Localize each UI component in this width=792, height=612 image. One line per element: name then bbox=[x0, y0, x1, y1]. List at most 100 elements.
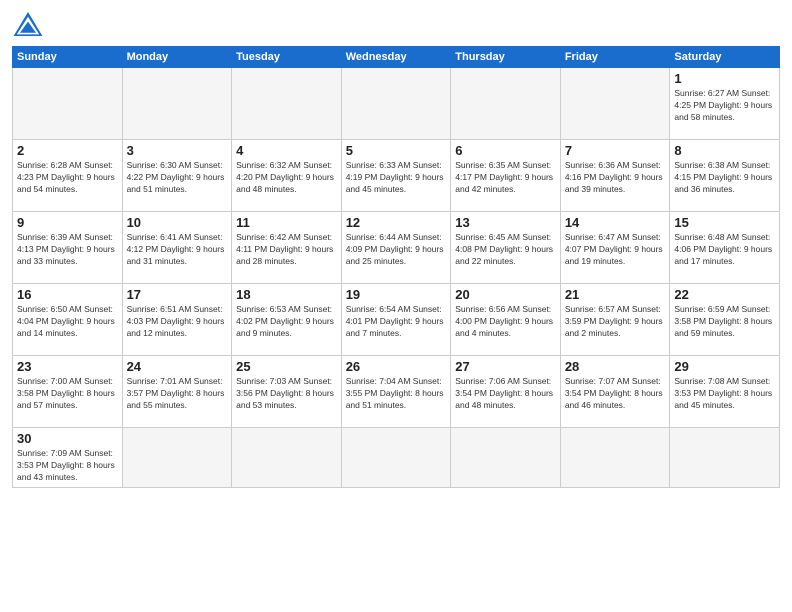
day-info: Sunrise: 6:45 AM Sunset: 4:08 PM Dayligh… bbox=[455, 232, 556, 268]
day-number: 20 bbox=[455, 287, 556, 302]
day-number: 6 bbox=[455, 143, 556, 158]
weekday-header-tuesday: Tuesday bbox=[232, 47, 342, 68]
day-info: Sunrise: 7:01 AM Sunset: 3:57 PM Dayligh… bbox=[127, 376, 228, 412]
day-number: 30 bbox=[17, 431, 118, 446]
calendar-cell bbox=[13, 68, 123, 140]
weekday-header-monday: Monday bbox=[122, 47, 232, 68]
calendar-cell: 2 Sunrise: 6:28 AM Sunset: 4:23 PM Daylig… bbox=[13, 140, 123, 212]
day-info: Sunrise: 7:08 AM Sunset: 3:53 PM Dayligh… bbox=[674, 376, 775, 412]
calendar-cell bbox=[341, 428, 451, 488]
calendar-cell: 26 Sunrise: 7:04 AM Sunset: 3:55 PM Dayli… bbox=[341, 356, 451, 428]
day-number: 15 bbox=[674, 215, 775, 230]
day-number: 28 bbox=[565, 359, 666, 374]
day-info: Sunrise: 6:47 AM Sunset: 4:07 PM Dayligh… bbox=[565, 232, 666, 268]
calendar-cell bbox=[122, 68, 232, 140]
day-info: Sunrise: 7:09 AM Sunset: 3:53 PM Dayligh… bbox=[17, 448, 118, 484]
day-number: 16 bbox=[17, 287, 118, 302]
calendar-cell: 25Sunrise: 7:03 AM Sunset: 3:56 PM Dayli… bbox=[232, 356, 342, 428]
day-number: 10 bbox=[127, 215, 228, 230]
day-info: Sunrise: 6:28 AM Sunset: 4:23 PM Dayligh… bbox=[17, 160, 118, 196]
calendar-cell: 20 Sunrise: 6:56 AM Sunset: 4:00 PM Dayli… bbox=[451, 284, 561, 356]
day-info: Sunrise: 7:06 AM Sunset: 3:54 PM Dayligh… bbox=[455, 376, 556, 412]
day-number: 12 bbox=[346, 215, 447, 230]
day-number: 18 bbox=[236, 287, 337, 302]
day-number: 24 bbox=[127, 359, 228, 374]
calendar-cell bbox=[232, 428, 342, 488]
weekday-header-saturday: Saturday bbox=[670, 47, 780, 68]
calendar-cell: 29 Sunrise: 7:08 AM Sunset: 3:53 PM Dayli… bbox=[670, 356, 780, 428]
day-info: Sunrise: 6:44 AM Sunset: 4:09 PM Dayligh… bbox=[346, 232, 447, 268]
weekday-header-thursday: Thursday bbox=[451, 47, 561, 68]
day-number: 14 bbox=[565, 215, 666, 230]
calendar-cell: 9 Sunrise: 6:39 AM Sunset: 4:13 PM Daylig… bbox=[13, 212, 123, 284]
day-number: 25 bbox=[236, 359, 337, 374]
calendar-cell bbox=[122, 428, 232, 488]
calendar-cell: 4Sunrise: 6:32 AM Sunset: 4:20 PM Daylig… bbox=[232, 140, 342, 212]
calendar-cell: 11Sunrise: 6:42 AM Sunset: 4:11 PM Dayli… bbox=[232, 212, 342, 284]
calendar-cell: 8Sunrise: 6:38 AM Sunset: 4:15 PM Daylig… bbox=[670, 140, 780, 212]
day-number: 5 bbox=[346, 143, 447, 158]
calendar-cell: 28 Sunrise: 7:07 AM Sunset: 3:54 PM Dayli… bbox=[560, 356, 670, 428]
day-number: 13 bbox=[455, 215, 556, 230]
calendar-cell bbox=[341, 68, 451, 140]
day-number: 17 bbox=[127, 287, 228, 302]
calendar-cell bbox=[670, 428, 780, 488]
calendar-cell: 10Sunrise: 6:41 AM Sunset: 4:12 PM Dayli… bbox=[122, 212, 232, 284]
day-number: 9 bbox=[17, 215, 118, 230]
calendar-week-6: 30 Sunrise: 7:09 AM Sunset: 3:53 PM Dayli… bbox=[13, 428, 780, 488]
calendar-cell: 24 Sunrise: 7:01 AM Sunset: 3:57 PM Dayli… bbox=[122, 356, 232, 428]
calendar-cell: 18Sunrise: 6:53 AM Sunset: 4:02 PM Dayli… bbox=[232, 284, 342, 356]
day-info: Sunrise: 7:07 AM Sunset: 3:54 PM Dayligh… bbox=[565, 376, 666, 412]
calendar-cell bbox=[232, 68, 342, 140]
weekday-header-wednesday: Wednesday bbox=[341, 47, 451, 68]
weekday-header-sunday: Sunday bbox=[13, 47, 123, 68]
day-info: Sunrise: 6:56 AM Sunset: 4:00 PM Dayligh… bbox=[455, 304, 556, 340]
logo-icon bbox=[12, 10, 44, 38]
calendar-cell: 6 Sunrise: 6:35 AM Sunset: 4:17 PM Daylig… bbox=[451, 140, 561, 212]
calendar-cell: 7 Sunrise: 6:36 AM Sunset: 4:16 PM Daylig… bbox=[560, 140, 670, 212]
day-info: Sunrise: 6:35 AM Sunset: 4:17 PM Dayligh… bbox=[455, 160, 556, 196]
day-number: 1 bbox=[674, 71, 775, 86]
calendar-week-1: 1 Sunrise: 6:27 AM Sunset: 4:25 PM Daylig… bbox=[13, 68, 780, 140]
calendar-table: SundayMondayTuesdayWednesdayThursdayFrid… bbox=[12, 46, 780, 488]
calendar-week-3: 9 Sunrise: 6:39 AM Sunset: 4:13 PM Daylig… bbox=[13, 212, 780, 284]
day-number: 29 bbox=[674, 359, 775, 374]
calendar-cell: 22Sunrise: 6:59 AM Sunset: 3:58 PM Dayli… bbox=[670, 284, 780, 356]
logo bbox=[12, 10, 48, 38]
day-number: 21 bbox=[565, 287, 666, 302]
day-number: 7 bbox=[565, 143, 666, 158]
day-info: Sunrise: 6:27 AM Sunset: 4:25 PM Dayligh… bbox=[674, 88, 775, 124]
day-info: Sunrise: 6:39 AM Sunset: 4:13 PM Dayligh… bbox=[17, 232, 118, 268]
calendar-cell: 5Sunrise: 6:33 AM Sunset: 4:19 PM Daylig… bbox=[341, 140, 451, 212]
calendar-cell: 21Sunrise: 6:57 AM Sunset: 3:59 PM Dayli… bbox=[560, 284, 670, 356]
day-info: Sunrise: 6:50 AM Sunset: 4:04 PM Dayligh… bbox=[17, 304, 118, 340]
calendar-cell: 14 Sunrise: 6:47 AM Sunset: 4:07 PM Dayli… bbox=[560, 212, 670, 284]
day-number: 3 bbox=[127, 143, 228, 158]
weekday-header-friday: Friday bbox=[560, 47, 670, 68]
day-info: Sunrise: 6:32 AM Sunset: 4:20 PM Dayligh… bbox=[236, 160, 337, 196]
calendar-cell: 15 Sunrise: 6:48 AM Sunset: 4:06 PM Dayli… bbox=[670, 212, 780, 284]
calendar-cell: 17 Sunrise: 6:51 AM Sunset: 4:03 PM Dayli… bbox=[122, 284, 232, 356]
day-number: 19 bbox=[346, 287, 447, 302]
day-number: 2 bbox=[17, 143, 118, 158]
page-header bbox=[12, 10, 780, 38]
calendar-cell bbox=[451, 428, 561, 488]
day-info: Sunrise: 6:51 AM Sunset: 4:03 PM Dayligh… bbox=[127, 304, 228, 340]
day-info: Sunrise: 6:54 AM Sunset: 4:01 PM Dayligh… bbox=[346, 304, 447, 340]
day-info: Sunrise: 6:48 AM Sunset: 4:06 PM Dayligh… bbox=[674, 232, 775, 268]
calendar-cell bbox=[451, 68, 561, 140]
calendar-week-2: 2 Sunrise: 6:28 AM Sunset: 4:23 PM Daylig… bbox=[13, 140, 780, 212]
day-info: Sunrise: 6:59 AM Sunset: 3:58 PM Dayligh… bbox=[674, 304, 775, 340]
day-number: 8 bbox=[674, 143, 775, 158]
weekday-header-row: SundayMondayTuesdayWednesdayThursdayFrid… bbox=[13, 47, 780, 68]
calendar-cell: 16 Sunrise: 6:50 AM Sunset: 4:04 PM Dayli… bbox=[13, 284, 123, 356]
day-info: Sunrise: 6:42 AM Sunset: 4:11 PM Dayligh… bbox=[236, 232, 337, 268]
day-info: Sunrise: 7:04 AM Sunset: 3:55 PM Dayligh… bbox=[346, 376, 447, 412]
calendar-week-4: 16 Sunrise: 6:50 AM Sunset: 4:04 PM Dayli… bbox=[13, 284, 780, 356]
calendar-week-5: 23Sunrise: 7:00 AM Sunset: 3:58 PM Dayli… bbox=[13, 356, 780, 428]
day-number: 26 bbox=[346, 359, 447, 374]
calendar-cell: 27Sunrise: 7:06 AM Sunset: 3:54 PM Dayli… bbox=[451, 356, 561, 428]
day-info: Sunrise: 6:36 AM Sunset: 4:16 PM Dayligh… bbox=[565, 160, 666, 196]
calendar-cell: 13 Sunrise: 6:45 AM Sunset: 4:08 PM Dayli… bbox=[451, 212, 561, 284]
calendar-cell: 12 Sunrise: 6:44 AM Sunset: 4:09 PM Dayli… bbox=[341, 212, 451, 284]
